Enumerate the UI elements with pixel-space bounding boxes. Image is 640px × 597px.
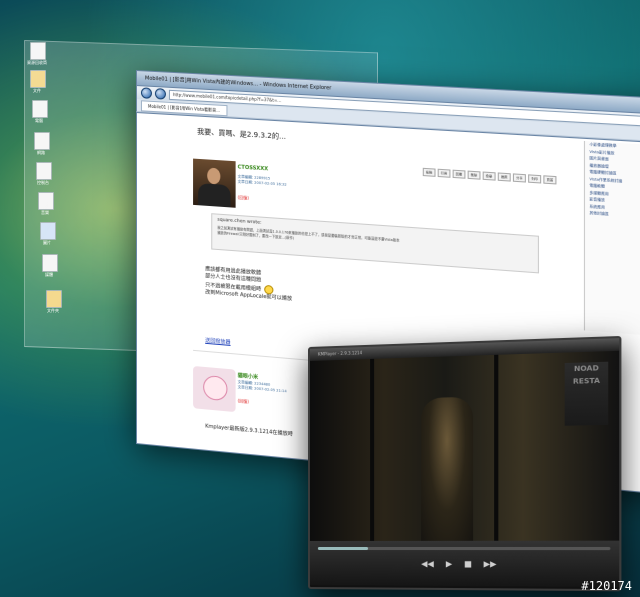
post-meta: 文章編輯: 2234480 文章日期: 2007-02-05 21:14 <box>237 379 287 394</box>
seek-bar[interactable] <box>317 546 611 551</box>
report-button[interactable]: 檢舉 <box>482 171 496 181</box>
next-icon[interactable]: ▶▶ <box>484 559 497 569</box>
play-icon[interactable]: ▶ <box>444 559 454 569</box>
top-button[interactable]: 頁首 <box>543 175 557 185</box>
video-frame-element <box>494 354 499 541</box>
forward-icon[interactable] <box>154 88 166 100</box>
media-player-window[interactable]: KMPlayer - 2.9.3.1214 NOAD RESTA ◀◀ ▶ ■ … <box>308 335 622 592</box>
post-author[interactable]: CTOSSXXX <box>238 164 269 172</box>
status-badge: (回復) <box>237 398 249 405</box>
post-body: Kmplayer最新版2.9.3.1214在播放時 <box>205 423 293 438</box>
previous-icon[interactable]: ◀◀ <box>421 559 434 569</box>
delete-button[interactable]: 刪除 <box>467 170 481 180</box>
watermark: #120174 <box>581 579 632 593</box>
sidebar: 小影像處理教學 Vista影片播放 圖片與畫面 播放器論壇 電腦硬體討論區 Vi… <box>583 140 640 338</box>
video-frame-element <box>370 358 375 541</box>
quote-block: square.chen wrote: 我之前測試有播放有問題，上面測試是1.0.… <box>211 213 539 274</box>
quote-button[interactable]: 引用 <box>437 168 451 178</box>
video-area[interactable]: NOAD RESTA <box>309 350 620 541</box>
thread-title: 我要、買嗎、是2.9.3.2的... <box>197 127 286 141</box>
seek-progress <box>317 546 369 551</box>
edit-button[interactable]: 編輯 <box>422 167 436 177</box>
post-body: 應該都有用過此播放軟體 部分人士也沒有這種問題 只不過被限在載用模組時 改到Mi… <box>205 266 293 303</box>
player-controls: ◀◀ ▶ ■ ▶▶ <box>309 540 620 588</box>
share-button[interactable]: 分享 <box>512 173 526 183</box>
video-sign: NOAD RESTA <box>564 361 609 426</box>
avatar[interactable] <box>193 158 236 208</box>
avatar[interactable] <box>193 365 236 413</box>
status-badge: (回復) <box>237 194 249 201</box>
post-meta: 文章編輯: 2289915 文章日期: 2007-02-05 16:32 <box>237 174 287 187</box>
print-button[interactable]: 列印 <box>528 174 542 184</box>
back-icon[interactable] <box>140 87 152 99</box>
stop-icon[interactable]: ■ <box>463 559 473 569</box>
recommend-button[interactable]: 推薦 <box>497 172 511 182</box>
reply-button[interactable]: 回覆 <box>452 169 466 179</box>
post-link[interactable]: 送回撥放器 <box>205 337 230 346</box>
video-figure <box>421 396 474 541</box>
